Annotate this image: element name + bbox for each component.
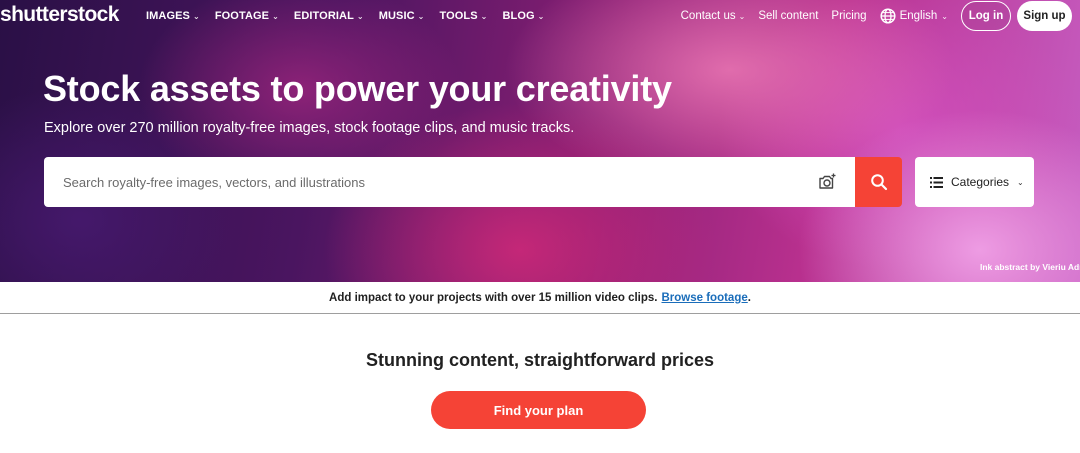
chevron-down-icon: ⌄ xyxy=(738,11,746,21)
language-selector[interactable]: English ⌄ xyxy=(880,8,948,24)
promo-banner-text: Add impact to your projects with over 15… xyxy=(329,291,658,304)
hero-subheadline: Explore over 270 million royalty-free im… xyxy=(44,120,575,136)
image-credit[interactable]: Ink abstract by Vieriu Adr xyxy=(980,262,1080,272)
shutterstock-logo[interactable]: shutterstock xyxy=(0,3,119,27)
promo-banner: Add impact to your projects with over 15… xyxy=(0,282,1080,314)
hero-section: shutterstock IMAGES ⌄ FOOTAGE ⌄ EDITORIAL ⌄… xyxy=(0,0,1080,282)
nav-item-editorial[interactable]: EDITORIAL ⌄ xyxy=(294,10,364,22)
nav-item-label: BLOG xyxy=(502,10,535,22)
contact-us-menu[interactable]: Contact us ⌄ xyxy=(681,10,746,22)
categories-dropdown[interactable]: Categories ⌄ xyxy=(915,157,1034,207)
contact-us-label: Contact us xyxy=(680,10,736,22)
chevron-down-icon: ⌄ xyxy=(356,11,364,21)
reverse-image-search-camera-icon[interactable] xyxy=(817,172,837,192)
search-bar xyxy=(44,157,855,207)
chevron-down-icon: ⌄ xyxy=(417,11,425,21)
sell-content-link[interactable]: Sell content xyxy=(758,10,818,22)
search-icon xyxy=(870,174,887,191)
pricing-link[interactable]: Pricing xyxy=(831,10,866,22)
chevron-down-icon: ⌄ xyxy=(193,11,200,21)
top-navigation: shutterstock IMAGES ⌄ FOOTAGE ⌄ EDITORIAL ⌄… xyxy=(0,0,1080,32)
chevron-down-icon: ⌄ xyxy=(272,11,279,21)
nav-item-label: IMAGES xyxy=(146,10,190,22)
nav-item-blog[interactable]: BLOG ⌄ xyxy=(502,10,544,22)
search-input[interactable] xyxy=(63,167,783,197)
chevron-down-icon: ⌄ xyxy=(537,11,545,21)
secondary-menu: Contact us ⌄ Sell content Pricing English… xyxy=(681,0,1072,32)
browse-footage-link[interactable]: Browse footage xyxy=(661,292,747,304)
nav-item-label: TOOLS xyxy=(439,10,478,22)
search-button[interactable] xyxy=(855,157,902,207)
categories-label: Categories xyxy=(951,175,1010,189)
login-button[interactable]: Log in xyxy=(961,1,1011,31)
nav-item-label: FOOTAGE xyxy=(214,10,270,22)
globe-icon xyxy=(880,8,896,24)
chevron-down-icon: ⌄ xyxy=(941,11,948,21)
nav-item-music[interactable]: MUSIC ⌄ xyxy=(379,10,425,22)
primary-menu: IMAGES ⌄ FOOTAGE ⌄ EDITORIAL ⌄ MUSIC ⌄ TOOLS… xyxy=(146,10,544,22)
chevron-down-icon: ⌄ xyxy=(1017,177,1024,187)
chevron-down-icon: ⌄ xyxy=(480,11,488,21)
language-label: English xyxy=(899,10,938,22)
signup-button[interactable]: Sign up xyxy=(1017,1,1072,31)
hero-headline: Stock assets to power your creativity xyxy=(43,68,672,109)
nav-item-label: EDITORIAL xyxy=(293,10,354,22)
nav-item-tools[interactable]: TOOLS ⌄ xyxy=(439,10,487,22)
list-icon xyxy=(930,176,943,188)
nav-item-images[interactable]: IMAGES ⌄ xyxy=(146,10,200,22)
nav-item-label: MUSIC xyxy=(378,10,415,22)
nav-item-footage[interactable]: FOOTAGE ⌄ xyxy=(215,10,279,22)
find-your-plan-button[interactable]: Find your plan xyxy=(431,391,646,429)
pricing-heading: Stunning content, straightforward prices xyxy=(365,350,715,370)
promo-banner-suffix: . xyxy=(747,291,751,304)
